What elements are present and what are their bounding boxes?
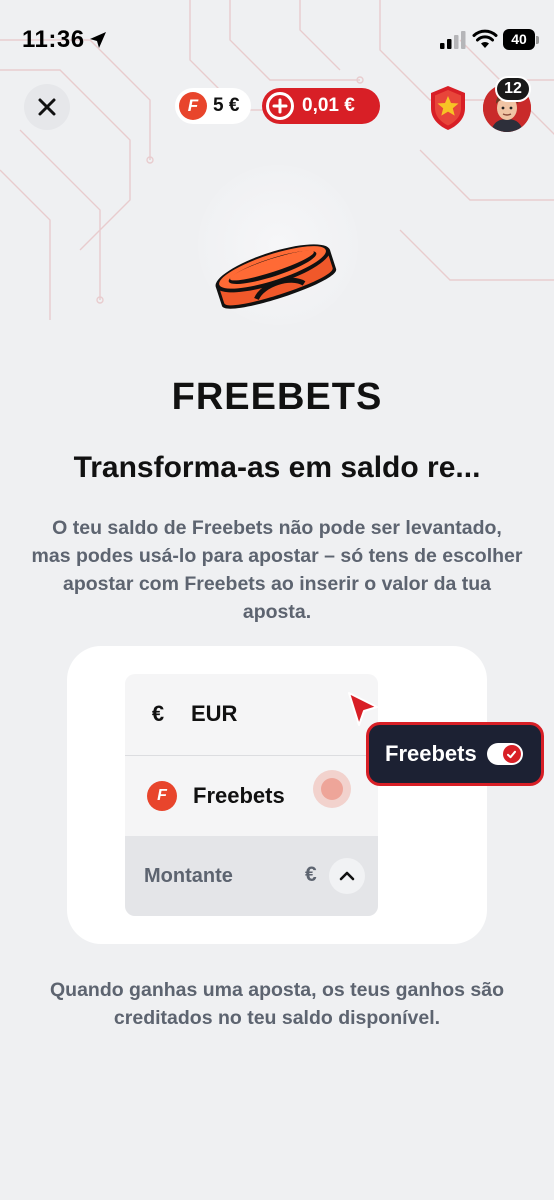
- chevron-up-icon: [339, 871, 355, 881]
- freebets-toggle-label: Freebets: [385, 741, 477, 766]
- freebets-balance: 5 €: [213, 95, 240, 116]
- close-icon: [38, 98, 56, 116]
- footer-info-text: Quando ganhas uma aposta, os teus ganhos…: [49, 979, 504, 1029]
- location-arrow-icon: [90, 32, 106, 48]
- status-time: 11:36: [22, 26, 85, 53]
- freebets-puck-icon: [215, 244, 337, 309]
- amount-label: Montante: [144, 864, 233, 887]
- notifications-badge: 12: [495, 76, 531, 102]
- amount-input-row[interactable]: Montante €: [125, 836, 378, 916]
- cellular-signal-icon: [440, 31, 466, 49]
- shield-star-badge-icon[interactable]: [428, 84, 468, 132]
- close-button[interactable]: [24, 84, 70, 130]
- chevron-up-button[interactable]: [329, 858, 365, 894]
- freebets-balance-pill[interactable]: F 5 €: [175, 88, 251, 124]
- amount-currency: €: [305, 863, 317, 886]
- battery-tip: [536, 36, 539, 44]
- freebets-toggle-switch[interactable]: [486, 743, 523, 765]
- tap-indicator: [313, 770, 351, 808]
- description-text: O teu saldo de Freebets não pode ser lev…: [31, 517, 523, 623]
- freebets-f-icon: F: [179, 92, 207, 120]
- euro-icon: €: [151, 701, 165, 726]
- freebets-toggle-pill[interactable]: Freebets: [366, 722, 544, 786]
- currency-picker-demo: € EUR F Freebets Montante €: [125, 674, 378, 916]
- freebets-f-icon: F: [147, 781, 177, 811]
- option-label-eur: EUR: [191, 701, 238, 726]
- wifi-icon: [472, 29, 498, 48]
- check-icon: [502, 745, 521, 763]
- deposit-balance-pill[interactable]: 0,01 €: [262, 88, 380, 124]
- option-label-freebets: Freebets: [193, 783, 285, 808]
- battery-level: 40: [511, 31, 527, 47]
- account-balance: 0,01 €: [302, 95, 355, 116]
- battery-icon: 40: [503, 29, 535, 50]
- status-bar: 11:36 40: [0, 0, 554, 80]
- plus-icon: [266, 92, 294, 120]
- page-title: FREEBETS: [171, 376, 383, 418]
- picker-option-eur[interactable]: € EUR: [125, 674, 378, 754]
- page-subtitle: Transforma-as em saldo re...: [73, 451, 481, 484]
